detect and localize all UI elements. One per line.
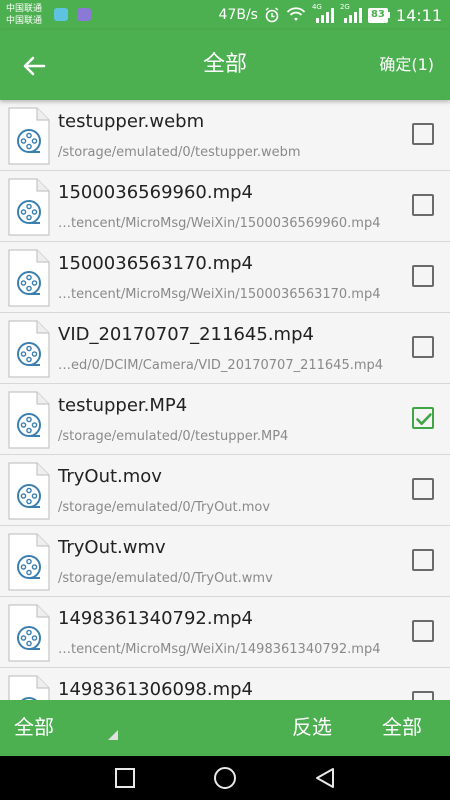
invert-selection-button[interactable]: 反选	[292, 714, 332, 740]
video-file-icon	[8, 391, 50, 449]
file-path: …tencent/MicroMsg/WeiXin/1500036569960.m…	[58, 216, 381, 231]
dropdown-triangle-icon[interactable]	[108, 730, 118, 740]
triangle-icon[interactable]	[313, 766, 337, 790]
filter-dropdown[interactable]: 全部	[14, 714, 54, 740]
alarm-icon	[265, 7, 279, 23]
select-all-button[interactable]: 全部	[382, 714, 422, 740]
file-name: testupper.MP4	[58, 395, 188, 416]
file-row-5[interactable]: TryOut.mov /storage/emulated/0/TryOut.mo…	[0, 455, 450, 526]
net-speed: 47B/s	[218, 7, 258, 23]
file-name: 1498361340792.mp4	[58, 608, 254, 629]
battery-icon: 83	[367, 7, 390, 23]
wifi-icon	[286, 7, 306, 21]
file-row-4[interactable]: testupper.MP4 /storage/emulated/0/testup…	[0, 384, 450, 455]
circle-icon[interactable]	[213, 766, 237, 790]
square-icon[interactable]	[113, 766, 137, 790]
file-path: /storage/emulated/0/testupper.webm	[58, 145, 301, 160]
confirm-button[interactable]: 确定(1)	[379, 54, 434, 76]
file-path: …tencent/MicroMsg/WeiXin/1498361340792.m…	[58, 642, 381, 657]
file-name: 1500036569960.mp4	[58, 182, 254, 203]
file-row-7[interactable]: 1498361340792.mp4 …tencent/MicroMsg/WeiX…	[0, 597, 450, 668]
signal-2g: 2G	[340, 3, 362, 23]
file-path: /storage/emulated/0/testupper.MP4	[58, 429, 289, 444]
clock: 14:11	[395, 5, 442, 25]
notification-app-icon	[54, 8, 68, 21]
file-path: /storage/emulated/0/TryOut.wmv	[58, 571, 273, 586]
file-row-8[interactable]: 1498361306098.mp4	[0, 668, 450, 700]
checkmark-icon	[416, 413, 432, 425]
file-row-1[interactable]: 1500036569960.mp4 …tencent/MicroMsg/WeiX…	[0, 171, 450, 242]
file-name: TryOut.mov	[58, 466, 162, 487]
file-checkbox[interactable]	[412, 265, 434, 287]
video-file-icon	[8, 675, 50, 700]
file-row-3[interactable]: VID_20170707_211645.mp4 …ed/0/DCIM/Camer…	[0, 313, 450, 384]
bottom-bar: 全部 反选 全部	[0, 700, 450, 756]
file-path: /storage/emulated/0/TryOut.mov	[58, 500, 271, 515]
file-name: VID_20170707_211645.mp4	[58, 324, 314, 345]
file-row-0[interactable]: testupper.webm /storage/emulated/0/testu…	[0, 100, 450, 171]
carrier-1: 中国联通	[6, 4, 43, 14]
video-file-icon	[8, 178, 50, 236]
status-bar: 中国联通 中国联通 47B/s 4G 2G 83 14:11	[0, 0, 450, 30]
video-file-icon	[8, 320, 50, 378]
signal-4g: 4G	[312, 3, 334, 23]
file-name: TryOut.wmv	[58, 537, 166, 558]
notification-gallery-icon	[77, 8, 91, 21]
file-name: testupper.webm	[58, 111, 205, 132]
file-checkbox[interactable]	[412, 691, 434, 700]
carrier-2: 中国联通	[6, 16, 43, 26]
system-nav-bar	[0, 756, 450, 800]
battery-level: 83	[367, 7, 388, 23]
file-name: 1498361306098.mp4	[58, 679, 254, 700]
file-checkbox[interactable]	[412, 194, 434, 216]
video-file-icon	[8, 533, 50, 591]
file-checkbox[interactable]	[412, 620, 434, 642]
signal-icon-2	[343, 8, 362, 23]
video-file-icon	[8, 249, 50, 307]
video-file-icon	[8, 107, 50, 165]
video-file-icon	[8, 462, 50, 520]
app-bar: 全部 确定(1)	[0, 30, 450, 100]
file-checkbox[interactable]	[412, 123, 434, 145]
file-checkbox[interactable]	[412, 549, 434, 571]
file-list[interactable]: testupper.webm /storage/emulated/0/testu…	[0, 100, 450, 700]
status-right: 47B/s 4G 2G 83 14:11	[219, 0, 442, 30]
video-file-icon	[8, 604, 50, 662]
file-name: 1500036563170.mp4	[58, 253, 254, 274]
file-checkbox[interactable]	[412, 336, 434, 358]
file-path: …ed/0/DCIM/Camera/VID_20170707_211645.mp…	[58, 358, 384, 373]
file-row-2[interactable]: 1500036563170.mp4 …tencent/MicroMsg/WeiX…	[0, 242, 450, 313]
file-row-6[interactable]: TryOut.wmv /storage/emulated/0/TryOut.wm…	[0, 526, 450, 597]
carrier-info: 中国联通 中国联通	[6, 3, 42, 27]
file-checkbox[interactable]	[412, 478, 434, 500]
file-path: …tencent/MicroMsg/WeiXin/1500036563170.m…	[58, 287, 381, 302]
signal-icon	[315, 8, 334, 23]
file-checkbox-checked[interactable]	[412, 407, 434, 429]
